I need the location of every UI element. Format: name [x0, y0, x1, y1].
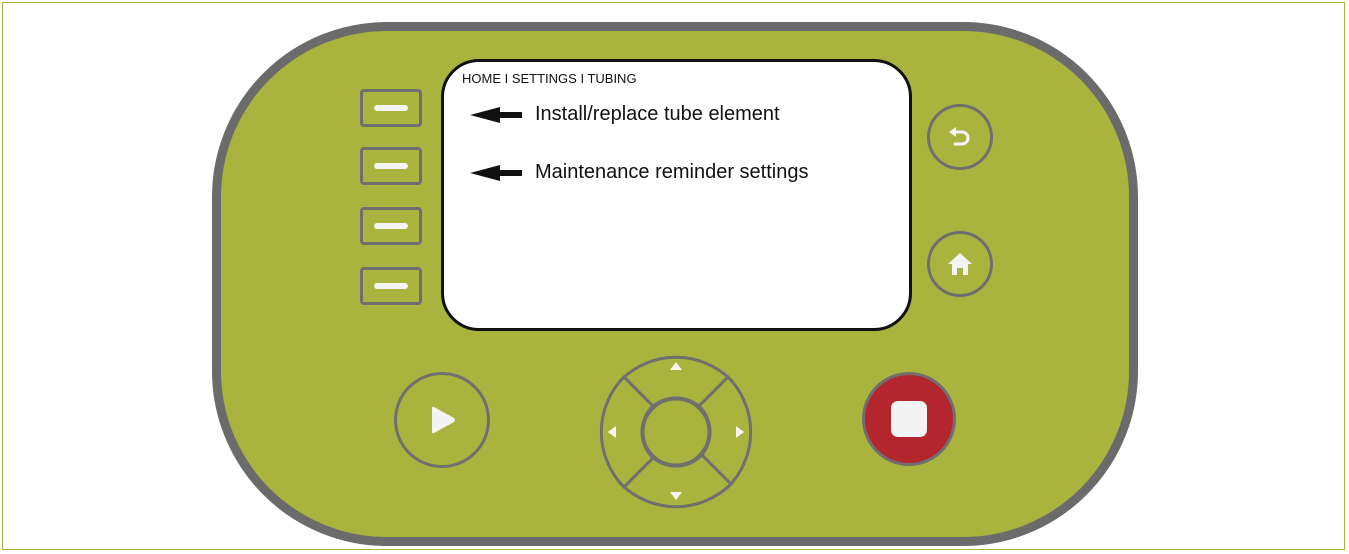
soft-key-bar: [374, 283, 408, 289]
menu-item-label: Install/replace tube element: [535, 103, 780, 125]
soft-key-2[interactable]: [360, 147, 422, 185]
stop-icon: [891, 401, 927, 437]
left-arrow-icon: [470, 106, 522, 123]
soft-key-bar: [374, 223, 408, 229]
play-button[interactable]: [394, 372, 490, 468]
menu-item-maintenance-reminder[interactable]: Maintenance reminder settings: [470, 161, 808, 184]
dpad: [599, 355, 753, 509]
left-arrow-icon: [470, 164, 522, 181]
soft-key-bar: [374, 105, 408, 111]
soft-key-1[interactable]: [360, 89, 422, 127]
back-arrow-icon: [949, 127, 970, 146]
home-button[interactable]: [927, 231, 993, 297]
soft-key-3[interactable]: [360, 207, 422, 245]
dpad-center-button[interactable]: [641, 397, 711, 467]
soft-key-4[interactable]: [360, 267, 422, 305]
back-button[interactable]: [927, 104, 993, 170]
breadcrumb: HOME I SETTINGS I TUBING: [462, 71, 637, 86]
stop-button[interactable]: [862, 372, 956, 466]
soft-key-bar: [374, 163, 408, 169]
menu-item-install-tube[interactable]: Install/replace tube element: [470, 103, 780, 126]
play-icon: [432, 406, 455, 434]
home-icon: [948, 253, 972, 275]
display-screen: HOME I SETTINGS I TUBING Install/replace…: [441, 59, 912, 331]
menu-item-label: Maintenance reminder settings: [535, 161, 809, 183]
